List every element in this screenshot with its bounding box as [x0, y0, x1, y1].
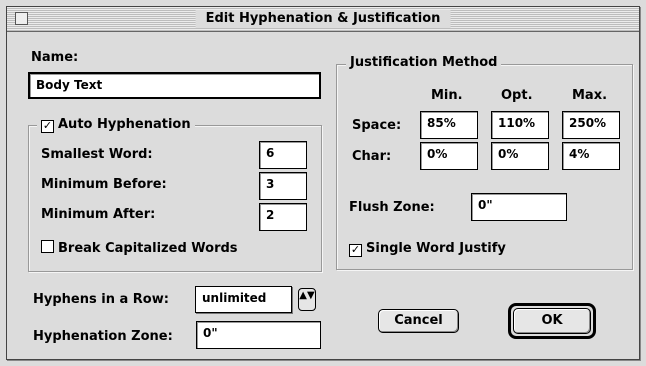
- hyphens-in-row-popup[interactable]: unlimited: [195, 286, 292, 313]
- auto-hyphenation-label: Auto Hyphenation: [58, 117, 191, 132]
- justification-method-title: Justification Method: [346, 54, 502, 72]
- space-opt-field[interactable]: 110%: [491, 111, 549, 139]
- name-field[interactable]: Body Text: [28, 72, 321, 99]
- single-word-justify-checkbox[interactable]: ✓ Single Word Justify: [349, 240, 506, 258]
- hyphenation-zone-label: Hyphenation Zone:: [33, 329, 173, 344]
- ok-button[interactable]: OK: [513, 308, 591, 334]
- checkmark-icon: ✓: [349, 243, 362, 257]
- hyphens-in-row-label: Hyphens in a Row:: [33, 292, 169, 307]
- close-box[interactable]: [15, 12, 28, 25]
- char-max-field[interactable]: 4%: [562, 142, 620, 170]
- break-capitalized-checkbox[interactable]: Break Capitalized Words: [41, 240, 238, 258]
- single-word-justify-label: Single Word Justify: [366, 241, 506, 256]
- flush-zone-label: Flush Zone:: [349, 200, 435, 215]
- window-title: Edit Hyphenation & Justification: [195, 10, 451, 28]
- char-label: Char:: [352, 149, 392, 164]
- minimum-after-field[interactable]: 2: [259, 203, 307, 231]
- auto-hyphenation-checkbox[interactable]: ✓ Auto Hyphenation: [37, 116, 195, 134]
- space-min-field[interactable]: 85%: [420, 111, 478, 139]
- minimum-before-field[interactable]: 3: [259, 172, 307, 200]
- title-bar[interactable]: Edit Hyphenation & Justification: [7, 7, 639, 32]
- minimum-before-label: Minimum Before:: [41, 177, 167, 192]
- column-max-label: Max.: [572, 88, 608, 103]
- checkmark-icon: ✓: [41, 119, 54, 133]
- hyphenation-zone-field[interactable]: 0": [196, 321, 321, 349]
- checkbox-empty-icon: [41, 240, 54, 253]
- updown-arrows-icon[interactable]: ▲▼: [298, 288, 316, 311]
- space-max-field[interactable]: 250%: [562, 111, 620, 139]
- char-opt-field[interactable]: 0%: [491, 142, 549, 170]
- minimum-after-label: Minimum After:: [41, 207, 156, 222]
- cancel-button[interactable]: Cancel: [378, 309, 459, 333]
- flush-zone-field[interactable]: 0": [471, 193, 567, 221]
- column-min-label: Min.: [431, 88, 463, 103]
- smallest-word-field[interactable]: 6: [259, 141, 307, 169]
- name-label: Name:: [31, 50, 79, 65]
- space-label: Space:: [352, 118, 402, 133]
- break-capitalized-label: Break Capitalized Words: [58, 241, 238, 256]
- column-opt-label: Opt.: [501, 88, 533, 103]
- char-min-field[interactable]: 0%: [420, 142, 478, 170]
- smallest-word-label: Smallest Word:: [41, 147, 153, 162]
